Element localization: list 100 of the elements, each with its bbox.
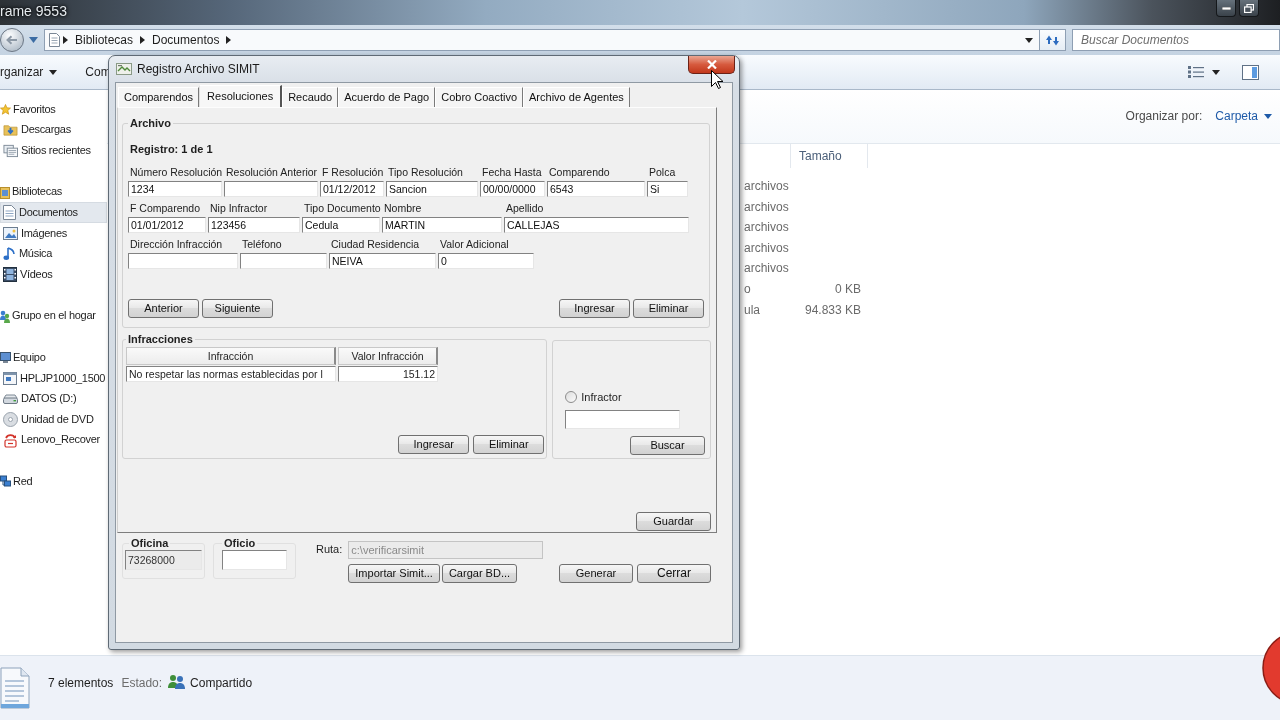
button[interactable]: Anterior bbox=[128, 299, 199, 318]
preview-pane-icon[interactable] bbox=[1242, 64, 1259, 80]
toolbar-button[interactable]: rganizar bbox=[0, 61, 58, 83]
text-field[interactable]: 1234 bbox=[128, 181, 222, 197]
field-label: F Resolución bbox=[321, 166, 384, 179]
button[interactable]: Cerrar bbox=[637, 564, 711, 583]
text-field[interactable] bbox=[222, 550, 287, 570]
group-label: Archivo bbox=[129, 117, 172, 130]
view-options-icon[interactable] bbox=[1188, 65, 1204, 79]
group-label: Oficio bbox=[223, 537, 257, 550]
people-icon bbox=[0, 309, 10, 323]
chevron-icon[interactable] bbox=[140, 36, 146, 44]
text-field[interactable]: Cedula bbox=[302, 217, 380, 233]
text-field[interactable]: 6543 bbox=[547, 181, 645, 197]
button[interactable]: Buscar bbox=[630, 436, 705, 455]
button[interactable]: Eliminar bbox=[473, 435, 545, 454]
address-bar[interactable]: Bibliotecas Documentos bbox=[44, 29, 1040, 51]
minimize-icon bbox=[1221, 6, 1231, 10]
button[interactable]: Ingresar bbox=[559, 299, 630, 318]
tab[interactable]: Cobro Coactivo bbox=[435, 87, 524, 107]
nav-item[interactable]: Grupo en el hogar bbox=[0, 305, 107, 327]
text-field[interactable] bbox=[240, 253, 327, 269]
nav-item[interactable]: Unidad de DVD bbox=[0, 409, 107, 430]
text-field[interactable]: MARTIN bbox=[382, 217, 502, 233]
tab[interactable]: Recaudo bbox=[282, 87, 339, 107]
group-label: Infracciones bbox=[127, 333, 194, 346]
arrange-dropdown[interactable]: Carpeta bbox=[1215, 109, 1272, 124]
status-value: Compartido bbox=[190, 676, 253, 691]
text-field[interactable]: 00/00/0000 bbox=[480, 181, 545, 197]
column-header[interactable]: Tamaño bbox=[790, 144, 868, 168]
restore-icon bbox=[1244, 3, 1254, 13]
nav-item[interactable]: Sitios recientes bbox=[0, 140, 107, 161]
breadcrumb-link[interactable]: Documentos bbox=[148, 32, 224, 48]
nav-item[interactable]: DATOS (D:) bbox=[0, 388, 107, 410]
chevron-icon[interactable] bbox=[63, 36, 68, 44]
back-button[interactable] bbox=[0, 27, 25, 53]
window-title: rame 9553 bbox=[0, 2, 67, 21]
refresh-button[interactable] bbox=[1040, 29, 1066, 51]
breadcrumb-link[interactable]: Bibliotecas bbox=[71, 32, 138, 48]
close-icon bbox=[706, 60, 717, 69]
nav-item[interactable]: Lenovo_Recover bbox=[0, 429, 107, 451]
arrange-label: Organizar por: bbox=[1125, 109, 1203, 124]
tab[interactable]: Resoluciones bbox=[199, 85, 283, 107]
dropdown-icon[interactable] bbox=[1025, 37, 1033, 43]
nav-item[interactable]: Descargas bbox=[0, 119, 107, 141]
text-field[interactable]: 73268000 bbox=[125, 550, 202, 570]
text-field[interactable] bbox=[224, 181, 318, 197]
nav-item[interactable]: Vídeos bbox=[0, 264, 107, 285]
caret-icon[interactable] bbox=[1212, 69, 1220, 75]
chevron-icon[interactable] bbox=[226, 36, 232, 44]
search-field[interactable]: Buscar Documentos bbox=[1072, 29, 1280, 51]
radio-button[interactable]: Infractor bbox=[565, 390, 622, 404]
text-field[interactable] bbox=[565, 410, 681, 429]
nav-item[interactable]: Imágenes bbox=[0, 222, 107, 244]
button[interactable]: Siguiente bbox=[202, 299, 273, 318]
tab[interactable]: Archivo de Agentes bbox=[523, 87, 630, 107]
field-label: Ruta: bbox=[316, 543, 343, 557]
button[interactable]: Importar Simit... bbox=[348, 564, 440, 583]
column-header[interactable]: Infracción bbox=[126, 347, 336, 365]
text-field[interactable]: Sancion bbox=[386, 181, 478, 197]
button[interactable]: Cargar BD... bbox=[441, 564, 518, 583]
table-cell: 151.12 bbox=[338, 366, 438, 382]
text-field[interactable]: 0 bbox=[438, 253, 534, 269]
nav-item[interactable]: Documentos bbox=[0, 202, 107, 223]
text-field[interactable]: 01/01/2012 bbox=[128, 217, 206, 233]
field-label: Teléfono bbox=[241, 238, 283, 251]
column-header[interactable]: Valor Infracción bbox=[338, 347, 438, 365]
text-field[interactable]: 01/12/2012 bbox=[320, 181, 384, 197]
nav-item[interactable]: Equipo bbox=[0, 347, 107, 368]
button[interactable]: Ingresar bbox=[398, 435, 470, 454]
music-note-icon bbox=[3, 246, 16, 262]
field-label: Tipo Documento bbox=[303, 202, 380, 215]
nav-item[interactable]: Bibliotecas bbox=[0, 181, 107, 203]
minimize-button[interactable] bbox=[1216, 0, 1236, 17]
text-field[interactable]: 123456 bbox=[208, 217, 300, 233]
button[interactable]: Eliminar bbox=[633, 299, 704, 318]
button[interactable]: Generar bbox=[559, 564, 633, 583]
nav-item[interactable]: HPLJP1000_1500 bbox=[0, 367, 107, 389]
field-label: Resolución Anterior bbox=[225, 166, 318, 179]
maximize-button[interactable] bbox=[1239, 0, 1259, 17]
star-icon bbox=[0, 103, 11, 115]
history-dropdown-icon[interactable] bbox=[29, 37, 38, 43]
nav-item[interactable]: Música bbox=[0, 243, 107, 265]
nav-item[interactable]: Favoritos bbox=[0, 99, 107, 120]
nav-item[interactable]: Red bbox=[0, 471, 107, 492]
button[interactable]: Guardar bbox=[636, 512, 711, 531]
text-field[interactable]: Si bbox=[647, 181, 688, 197]
close-button[interactable] bbox=[688, 56, 735, 74]
arrows-drive-icon bbox=[3, 432, 18, 448]
tab[interactable]: Acuerdo de Pago bbox=[338, 87, 436, 107]
text-field[interactable] bbox=[128, 253, 238, 269]
text-field[interactable]: NEIVA bbox=[329, 253, 436, 269]
file-type-text: archivos bbox=[744, 260, 790, 278]
file-type-text: archivos bbox=[744, 239, 790, 257]
field-label: Número Resolución bbox=[129, 166, 222, 179]
text-field[interactable]: CALLEJAS bbox=[504, 217, 689, 233]
file-type-text: ula bbox=[744, 301, 761, 319]
caret-icon bbox=[49, 69, 58, 75]
table-cell: No respetar las normas establecidas por l bbox=[126, 366, 336, 382]
tab[interactable]: Comparendos bbox=[118, 87, 200, 107]
